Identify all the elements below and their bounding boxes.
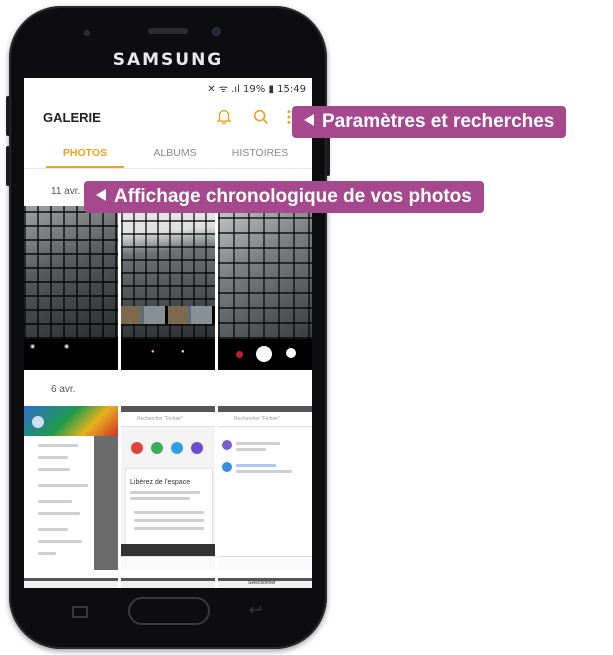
shutter-icon xyxy=(256,346,272,362)
photo-thumbnail[interactable] xyxy=(218,206,312,370)
filter-strip xyxy=(121,306,215,324)
phone-frame: SAMSUNG ✕ ᯤ .ıl 19% ▮ 15:49 GALERIE PHOT… xyxy=(6,6,330,649)
record-icon xyxy=(236,351,243,358)
photo-row: ◉ ◉ ● ● xyxy=(24,206,312,370)
category-icon xyxy=(151,442,163,454)
photo-thumbnail[interactable]: Sélectionner xyxy=(218,578,312,588)
card-line xyxy=(130,491,200,494)
camera-label: ◉ xyxy=(30,344,36,350)
card-line xyxy=(134,511,204,514)
camera-label: ● xyxy=(151,349,155,355)
tab-photos[interactable]: PHOTOS xyxy=(45,147,125,159)
screenshot-content xyxy=(218,428,312,556)
category-icon xyxy=(191,442,203,454)
photo-thumbnail[interactable]: Rechercher "Fichier" Libérez de l'espace xyxy=(121,406,215,570)
photo-row-partial: Sélectionner xyxy=(24,578,312,588)
camera-label: ● xyxy=(181,349,185,355)
photo-thumbnail[interactable]: Rechercher "Fichier" xyxy=(218,406,312,570)
tab-albums[interactable]: ALBUMS xyxy=(135,147,215,159)
screenshot-search: Rechercher "Fichier" xyxy=(121,412,215,427)
card: Libérez de l'espace xyxy=(125,468,213,550)
category-icon xyxy=(131,442,143,454)
menu-line xyxy=(38,444,78,447)
card-heading: Libérez de l'espace xyxy=(130,479,191,486)
photo-thumbnail[interactable]: ● ● xyxy=(121,206,215,370)
menu-line xyxy=(38,468,70,471)
clock: 15:49 xyxy=(277,84,306,95)
avatar xyxy=(222,440,232,450)
earpiece-speaker xyxy=(148,28,188,34)
menu-line xyxy=(38,500,72,503)
snackbar xyxy=(121,544,215,556)
app-title: GALERIE xyxy=(43,110,101,125)
photo-thumbnail[interactable] xyxy=(24,406,118,570)
brand-logo: SAMSUNG xyxy=(112,50,224,70)
menu-line xyxy=(38,552,56,555)
content-line xyxy=(236,470,292,473)
annotation-settings: Paramètres et recherches xyxy=(292,106,567,138)
screenshot-navbar xyxy=(218,556,312,570)
drawer-menu xyxy=(24,436,94,570)
battery-icon: ▮ xyxy=(268,84,274,95)
menu-line xyxy=(38,528,68,531)
bixby-button[interactable] xyxy=(6,146,10,186)
status-bar: ✕ ᯤ .ıl 19% ▮ 15:49 xyxy=(24,78,312,96)
front-camera xyxy=(212,27,221,36)
screenshot-navbar xyxy=(121,556,215,570)
section-date: 6 avr. xyxy=(51,384,76,395)
screen-dim xyxy=(94,436,118,570)
bell-icon[interactable] xyxy=(215,108,233,126)
photo-row: Rechercher "Fichier" Libérez de l'espace xyxy=(24,406,312,570)
divider xyxy=(24,168,312,169)
switch-camera-icon xyxy=(286,348,296,358)
card-line xyxy=(134,527,204,530)
annotation-timeline: Affichage chronologique de vos photos xyxy=(84,181,484,213)
home-button[interactable] xyxy=(128,597,210,625)
menu-line xyxy=(38,540,82,543)
content-line xyxy=(236,464,276,467)
photo-thumbnail[interactable] xyxy=(24,578,118,588)
photo-thumbnail[interactable] xyxy=(121,578,215,588)
tab-bar: PHOTOS ALBUMS HISTOIRES xyxy=(24,140,312,168)
back-button[interactable]: ↩ xyxy=(249,600,262,619)
volume-button[interactable] xyxy=(6,96,10,136)
section-date: 11 avr. xyxy=(51,186,81,197)
app-bar: GALERIE xyxy=(24,96,312,140)
tab-histoires[interactable]: HISTOIRES xyxy=(220,147,300,159)
arrow-left-icon xyxy=(96,188,106,201)
select-label: Sélectionner xyxy=(248,580,276,586)
camera-controls: ● ● xyxy=(121,339,215,370)
search-icon[interactable] xyxy=(252,108,270,126)
photo-thumbnail[interactable]: ◉ ◉ xyxy=(24,206,118,370)
category-icon xyxy=(171,442,183,454)
menu-line xyxy=(38,512,80,515)
card-line xyxy=(134,519,204,522)
camera-controls xyxy=(218,339,312,370)
battery-level: 19% xyxy=(243,84,266,95)
content-line xyxy=(236,442,280,445)
camera-controls: ◉ ◉ xyxy=(24,339,118,370)
signal-icon: ✕ ᯤ .ıl xyxy=(207,84,240,95)
content-line xyxy=(236,448,266,451)
photo-image xyxy=(218,206,312,339)
add-icon xyxy=(222,462,232,472)
recent-apps-button[interactable] xyxy=(72,606,88,618)
camera-label: ◉ xyxy=(64,344,70,350)
screenshot-search: Rechercher "Fichier" xyxy=(218,412,312,427)
photo-image xyxy=(24,206,118,339)
menu-line xyxy=(38,456,68,459)
arrow-left-icon xyxy=(304,113,314,126)
avatar xyxy=(32,416,44,428)
menu-line xyxy=(38,484,88,487)
screen: ✕ ᯤ .ıl 19% ▮ 15:49 GALERIE PHOTOS ALBUM… xyxy=(24,78,312,588)
card-line xyxy=(130,497,190,500)
sensor xyxy=(84,30,90,36)
